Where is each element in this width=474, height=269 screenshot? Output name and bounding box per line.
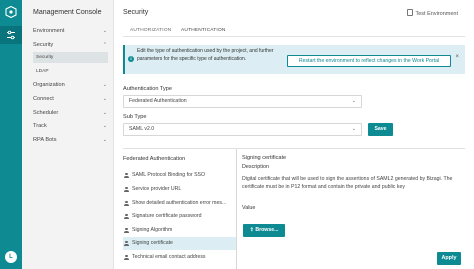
list-scrollbar[interactable] [236,149,237,269]
sub-type-value: SAML v2.0 [129,126,155,132]
list-item-selected[interactable]: Signing certificate [123,237,236,250]
tools-button[interactable] [0,26,22,44]
sliders-icon [7,30,15,40]
list-item[interactable]: SAML Protocol Binding for SSO [123,169,236,182]
sidebar-item-label: RPA Bots [33,137,57,143]
environment-indicator[interactable]: Test Environment [406,9,459,17]
list-item-label: Technical email contact address [132,254,206,260]
sub-type-label: Sub Type [123,114,147,120]
value-label: Value [242,205,256,211]
list-item[interactable]: Show detailed authentication error mes..… [123,197,236,210]
chevron-down-icon: ⌄ [102,96,107,102]
save-button[interactable]: Save [368,123,393,136]
user-icon [124,241,129,246]
detail-title: Signing certificate [242,155,287,161]
chevron-down-icon: ⌄ [102,28,107,34]
sidebar-item-environment[interactable]: Environment ⌄ [33,26,107,36]
auth-type-value: Federated Authentication [129,98,187,104]
sidebar: Management Console Environment ⌄ Securit… [22,0,114,269]
bizagi-logo-icon[interactable] [5,6,17,18]
browse-label: Browse... [255,227,279,233]
auth-type-select[interactable]: Federated Authentication ⌄ [123,95,362,108]
list-item-label: SAML Protocol Binding for SSO [132,172,206,178]
sidebar-item-rpa-bots[interactable]: RPA Bots ⌄ [33,135,107,145]
sidebar-item-connect[interactable]: Connect ⌄ [33,94,107,104]
chevron-up-icon: ⌃ [102,42,107,48]
sidebar-item-label: Connect [33,96,54,102]
info-icon: i [128,56,134,62]
environment-label: Test Environment [415,11,459,17]
page-title: Security [123,9,149,16]
auth-type-label: Authentication Type [123,86,173,92]
chevron-down-icon: ⌄ [351,126,356,132]
user-icon [124,228,129,233]
restart-environment-button[interactable]: Restart the environment to reflect chang… [287,55,451,67]
chevron-down-icon: ⌄ [102,110,107,116]
info-text: Edit the type of authentication used by … [137,48,274,62]
sidebar-item-track[interactable]: Track ⌄ [33,121,107,131]
user-icon [124,173,129,178]
list-item-label: Signature certificate password [132,213,202,219]
user-avatar[interactable]: L [5,251,17,263]
main-panel: Security Test Environment AUTHORIZATION … [114,0,474,269]
sidebar-item-security[interactable]: Security ⌃ [33,40,107,50]
sidebar-item-label: Scheduler [33,110,59,116]
document-icon [406,9,413,16]
list-item-label: Show detailed authentication error mes..… [132,200,227,206]
sidebar-title: Management Console [33,9,102,16]
close-icon[interactable]: × [455,54,459,60]
description-text: Digital certificate that will be used to… [242,176,453,190]
sidebar-subitem-ldap[interactable]: LDAP [36,66,108,77]
chevron-down-icon: ⌄ [102,82,107,88]
sidebar-item-organization[interactable]: Organization ⌄ [33,80,107,90]
description-label: Description [242,164,269,170]
sidebar-item-label: Environment [33,28,65,34]
list-item[interactable]: Technical email contact address [123,251,236,264]
list-item[interactable]: Service provider URL [123,183,236,196]
user-icon [124,214,129,219]
chevron-down-icon: ⌄ [102,123,107,129]
browse-button[interactable]: ⇧ Browse... [243,224,285,237]
sidebar-item-label: Organization [33,82,65,88]
info-banner: i Edit the type of authentication used b… [123,45,465,74]
user-icon [124,255,129,260]
chevron-down-icon: ⌄ [102,137,107,143]
section-divider [123,148,465,149]
sidebar-subitem-security[interactable]: Security [33,52,108,63]
list-item[interactable]: Signing Algorithm [123,224,236,237]
chevron-down-icon: ⌄ [351,98,356,104]
sub-type-select[interactable]: SAML v2.0 ⌄ [123,123,362,136]
user-icon [124,187,129,192]
list-item-label: Signing certificate [132,240,173,246]
sidebar-item-label: Track [33,123,47,129]
user-icon [124,201,129,206]
federated-title: Federated Authentication [123,156,186,162]
list-item-label: Signing Algorithm [132,227,173,233]
sidebar-item-scheduler[interactable]: Scheduler ⌄ [33,108,107,118]
tab-divider [123,36,465,37]
apply-button[interactable]: Apply [437,252,461,265]
list-item[interactable]: Signature certificate password [123,210,236,223]
list-item-label: Service provider URL [132,186,182,192]
app-rail: L [0,0,22,269]
info-accent-bar [123,45,125,74]
sidebar-item-label: Security [33,42,54,48]
